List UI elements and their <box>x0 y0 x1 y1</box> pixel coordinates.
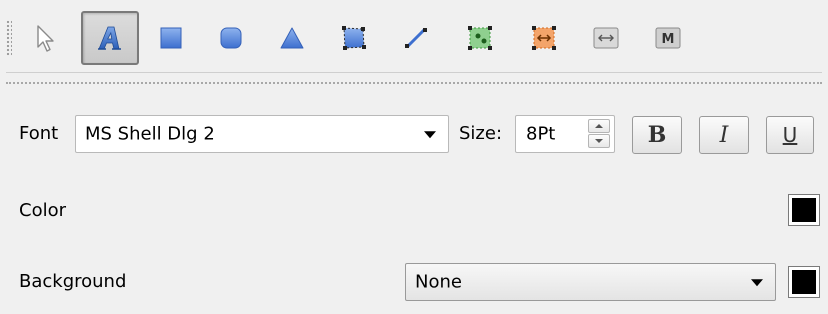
polygon-tool-button[interactable] <box>326 12 382 64</box>
spin-down-icon[interactable] <box>588 134 610 148</box>
rounded-rect-tool-button[interactable] <box>203 12 259 64</box>
green-shape-tool-button[interactable] <box>452 12 508 64</box>
drawing-toolbar: M <box>0 0 828 84</box>
marker-tool-button[interactable]: M <box>640 12 696 64</box>
font-size-spinbox[interactable]: 8Pt <box>515 115 615 153</box>
size-label: Size: <box>459 123 503 144</box>
polygon-icon <box>342 26 366 50</box>
background-color-swatch[interactable] <box>788 266 820 298</box>
text-properties-panel: M Font MS Shell Dlg 2 Size: 8Pt B I U Co… <box>0 0 828 314</box>
line-tool-button[interactable] <box>388 12 444 64</box>
background-label: Background <box>19 271 127 292</box>
chevron-down-icon <box>751 279 763 287</box>
text-color-swatch[interactable] <box>788 194 820 226</box>
background-combobox[interactable]: None <box>405 263 776 301</box>
toolbar-grip[interactable] <box>6 20 12 56</box>
triangle-tool-button[interactable] <box>264 12 320 64</box>
green-node-shape-icon <box>468 26 492 50</box>
dimension-tool-button[interactable] <box>578 12 634 64</box>
text-color-fill <box>792 198 816 222</box>
dotted-separator <box>6 82 822 84</box>
rectangle-icon <box>160 27 182 49</box>
line-icon <box>405 28 427 48</box>
text-a-icon <box>98 26 121 50</box>
toolbar-bottom-border <box>6 72 822 73</box>
rectangle-tool-button[interactable] <box>143 12 199 64</box>
bold-button[interactable]: B <box>632 116 682 154</box>
background-combobox-value: None <box>415 271 462 293</box>
orange-shape-tool-button[interactable] <box>516 12 572 64</box>
font-combobox[interactable]: MS Shell Dlg 2 <box>75 115 449 153</box>
orange-node-shape-icon <box>532 26 556 50</box>
pointer-arrow-icon <box>37 25 54 52</box>
marker-tool-label: M <box>662 32 675 47</box>
italic-button[interactable]: I <box>699 116 749 154</box>
chevron-down-icon <box>424 131 436 139</box>
color-label: Color <box>19 200 66 221</box>
rounded-rectangle-icon <box>220 27 242 49</box>
underline-button[interactable]: U <box>766 116 814 154</box>
font-label: Font <box>19 123 59 144</box>
background-color-fill <box>792 270 816 294</box>
text-tool-button[interactable] <box>81 11 139 65</box>
font-size-value: 8Pt <box>526 123 556 145</box>
spin-up-icon[interactable] <box>588 119 610 133</box>
pointer-tool-button[interactable] <box>18 12 74 64</box>
triangle-icon <box>280 27 304 49</box>
m-box-icon: M <box>655 27 681 49</box>
double-arrow-icon <box>593 27 619 49</box>
font-combobox-value: MS Shell Dlg 2 <box>85 123 215 145</box>
